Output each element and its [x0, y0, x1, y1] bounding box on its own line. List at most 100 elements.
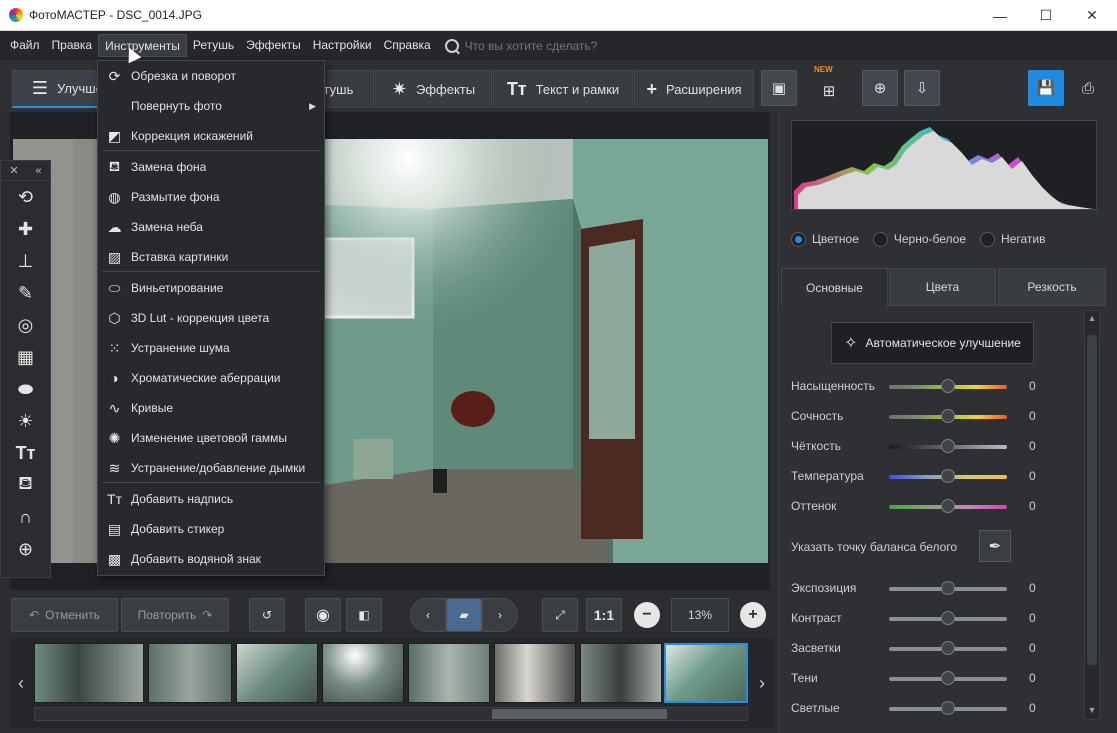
close-button[interactable]: ✕: [1069, 0, 1115, 31]
preview-button[interactable]: ◉: [305, 598, 341, 632]
filmstrip-scroll-thumb[interactable]: [492, 709, 667, 719]
filmstrip-prev-button[interactable]: ‹: [10, 642, 32, 724]
menu-edit[interactable]: Правка: [46, 34, 99, 57]
slider-handle[interactable]: [941, 379, 955, 393]
filmstrip-thumb[interactable]: [322, 643, 404, 703]
filmstrip-thumb[interactable]: [580, 643, 662, 703]
menu-file[interactable]: Файл: [4, 34, 46, 57]
menu-item-curves[interactable]: ∿ Кривые: [98, 393, 324, 423]
fit-screen-button[interactable]: ⤢: [542, 598, 578, 632]
mode-negative[interactable]: Негатив: [980, 231, 1045, 247]
menu-tools[interactable]: Инструменты: [98, 34, 187, 57]
zoom-value[interactable]: 13%: [671, 598, 729, 632]
vignette-tool[interactable]: ⬬: [1, 373, 50, 405]
gallery-button[interactable]: ▣: [761, 70, 797, 106]
mask-tool[interactable]: ∩: [1, 501, 50, 533]
brush-tool[interactable]: ✎: [1, 277, 50, 309]
compare-button[interactable]: ◧: [346, 598, 382, 632]
menu-item-text[interactable]: Tт Добавить надпись: [98, 484, 324, 514]
slider-handle[interactable]: [941, 671, 955, 685]
slider-handle[interactable]: [941, 641, 955, 655]
menu-item-cloud[interactable]: ☁ Замена неба: [98, 212, 324, 242]
download-preset-button[interactable]: ⇩: [904, 70, 940, 106]
menu-item-blur[interactable]: ◍ Размытие фона: [98, 182, 324, 212]
slider-handle[interactable]: [941, 701, 955, 715]
menu-item-vignette[interactable]: ⬭ Виньетирование: [98, 273, 324, 303]
filmstrip-scrollbar[interactable]: [34, 707, 748, 721]
menu-item-crop-rotate[interactable]: ⟳ Обрезка и поворот: [98, 61, 324, 91]
actual-size-button[interactable]: 1:1: [586, 598, 622, 632]
filmstrip-thumb[interactable]: [34, 643, 144, 703]
prev-photo-button[interactable]: ‹: [410, 598, 446, 632]
menu-item-aberration[interactable]: ◑ Хроматические аберрации: [98, 363, 324, 393]
zoom-in-button[interactable]: +: [740, 602, 766, 628]
eyedropper-button[interactable]: ✒: [979, 530, 1011, 562]
filmstrip-next-button[interactable]: ›: [751, 642, 773, 724]
reset-button[interactable]: ↺: [249, 598, 285, 632]
filmstrip-thumb[interactable]: [148, 643, 232, 703]
maximize-button[interactable]: ☐: [1023, 0, 1069, 31]
filmstrip-thumb[interactable]: [408, 643, 490, 703]
menu-settings[interactable]: Настройки: [307, 34, 378, 57]
close-panel-icon[interactable]: ✕: [9, 164, 18, 177]
menu-help[interactable]: Справка: [378, 34, 437, 57]
mode-color[interactable]: Цветное: [791, 231, 859, 247]
menu-item-distortion[interactable]: ◩ Коррекция искажений: [98, 121, 324, 151]
mode-bw[interactable]: Черно-белое: [872, 231, 966, 247]
scroll-down-icon[interactable]: ▼: [1085, 705, 1099, 715]
tab-effects[interactable]: ✷ Эффекты: [375, 70, 492, 108]
search-input[interactable]: [464, 38, 665, 53]
slider-handle[interactable]: [941, 469, 955, 483]
lens-tool[interactable]: ⊕: [1, 533, 50, 565]
minimize-button[interactable]: —: [977, 0, 1023, 31]
collapse-panel-icon[interactable]: «: [35, 165, 41, 177]
slider-handle[interactable]: [941, 499, 955, 513]
healing-tool[interactable]: ✚: [1, 213, 50, 245]
slider-handle[interactable]: [941, 611, 955, 625]
menu-item-bucket[interactable]: ⛾ Замена фона: [98, 152, 324, 182]
zoom-out-button[interactable]: −: [634, 602, 660, 628]
undo-button[interactable]: ↶ Отменить: [11, 598, 118, 632]
add-preset-button[interactable]: ⊕: [862, 70, 898, 106]
filmstrip-thumb[interactable]: [236, 643, 318, 703]
menu-item-watermark[interactable]: ▩ Добавить водяной знак: [98, 544, 324, 574]
scroll-up-icon[interactable]: ▲: [1085, 313, 1099, 323]
new-feature-button[interactable]: NEW ⊞: [811, 65, 847, 106]
auto-enhance-button[interactable]: ✧ Автоматическое улучшение: [831, 322, 1034, 364]
next-photo-button[interactable]: ›: [482, 598, 518, 632]
menu-effects[interactable]: Эффекты: [240, 34, 307, 57]
panel-scrollbar[interactable]: ▲ ▼: [1084, 310, 1100, 720]
crop-tool[interactable]: ⟲: [1, 181, 50, 213]
color-mode-group: Цветное Черно-белое Негатив: [791, 228, 1101, 250]
slider-handle[interactable]: [941, 439, 955, 453]
menu-item-haze[interactable]: ≋ Устранение/добавление дымки: [98, 453, 324, 483]
open-folder-button[interactable]: ▰: [446, 598, 482, 632]
tab-basic[interactable]: Основные: [781, 268, 888, 306]
slider-handle[interactable]: [941, 409, 955, 423]
menu-item-sticker[interactable]: ▤ Добавить стикер: [98, 514, 324, 544]
gradient-tool[interactable]: ▦: [1, 341, 50, 373]
slider-handle[interactable]: [941, 581, 955, 595]
menu-item-noise[interactable]: ⁙ Устранение шума: [98, 333, 324, 363]
print-button[interactable]: ⎙: [1070, 70, 1106, 106]
save-button[interactable]: 💾: [1028, 70, 1064, 106]
menu-item-insert-image[interactable]: ▨ Вставка картинки: [98, 242, 324, 272]
white-balance-row: Указать точку баланса белого ✒: [791, 530, 1081, 562]
redo-button[interactable]: Повторить ↷: [121, 598, 229, 632]
tab-colors[interactable]: Цвета: [889, 268, 996, 306]
text-tool[interactable]: Tт: [1, 437, 50, 469]
menu-item-none[interactable]: Повернуть фото ▶: [98, 91, 324, 121]
menu-retouch[interactable]: Ретушь: [187, 34, 240, 57]
filmstrip-thumb[interactable]: [494, 643, 576, 703]
filmstrip-thumb-selected[interactable]: [664, 643, 748, 703]
menu-item-cube[interactable]: ⬡ 3D Lut - коррекция цвета: [98, 303, 324, 333]
light-tool[interactable]: ☀: [1, 405, 50, 437]
tab-extensions[interactable]: + Расширения: [634, 70, 754, 108]
tab-text-frames[interactable]: Tт Текст и рамки: [493, 70, 633, 108]
stamp-tool[interactable]: ⊥: [1, 245, 50, 277]
tab-sharpness[interactable]: Резкость: [998, 268, 1106, 306]
radial-tool[interactable]: ◎: [1, 309, 50, 341]
menu-item-aperture[interactable]: ✺ Изменение цветовой гаммы: [98, 423, 324, 453]
panel-scroll-thumb[interactable]: [1087, 335, 1097, 665]
fill-tool[interactable]: ⛾: [1, 469, 50, 501]
